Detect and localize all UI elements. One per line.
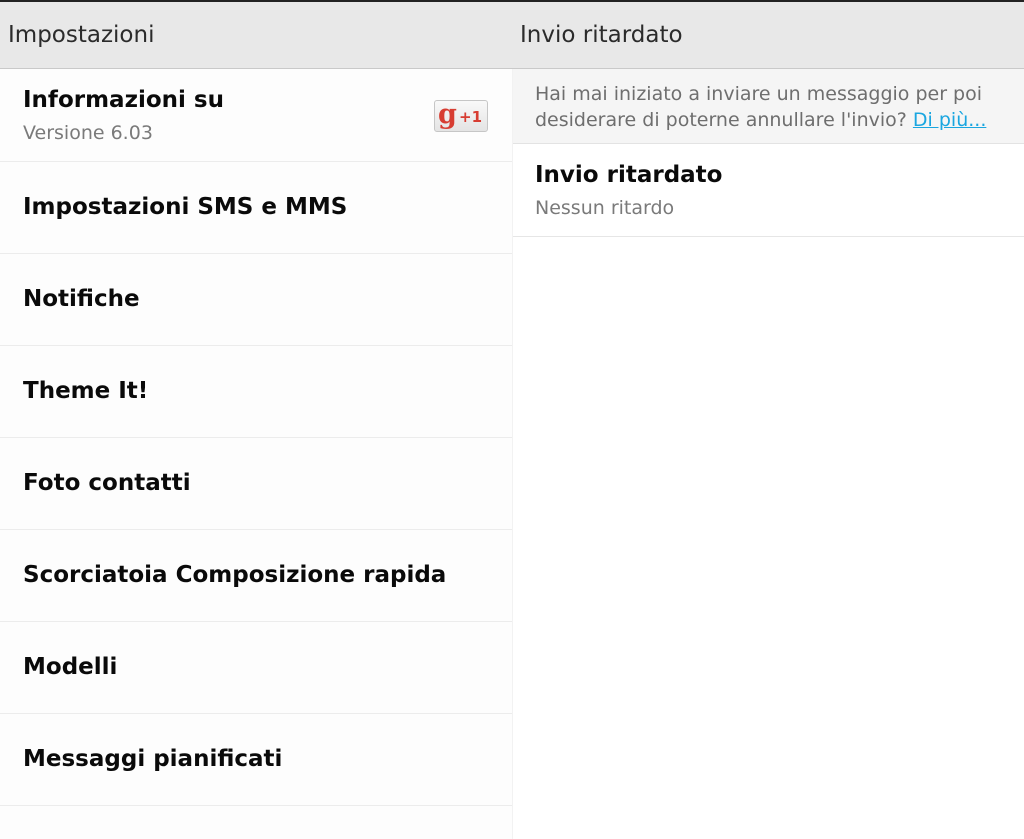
detail-pane: Hai mai iniziato a inviare un messaggio … <box>513 69 1024 839</box>
delayed-send-preference[interactable]: Invio ritardato Nessun ritardo <box>513 144 1024 237</box>
preference-value: Nessun ritardo <box>535 197 675 219</box>
info-text-line-1: Hai mai iniziato a inviare un messaggio … <box>535 83 983 105</box>
settings-item-messaggi-pianificati[interactable]: Messaggi pianificati <box>0 714 512 806</box>
settings-item-title: Modelli <box>23 654 118 680</box>
settings-item-theme-it[interactable]: Theme It! <box>0 346 512 438</box>
settings-item-title: Scorciatoia Composizione rapida <box>23 562 447 588</box>
settings-item-sms-mms[interactable]: Impostazioni SMS e MMS <box>0 162 512 254</box>
settings-item-title: Foto contatti <box>23 470 191 496</box>
action-bar: Impostazioni Invio ritardato <box>0 2 1024 69</box>
settings-item-modelli[interactable]: Modelli <box>0 622 512 714</box>
settings-item-title: Theme It! <box>23 378 149 404</box>
settings-list: Informazioni su Versione 6.03 g +1 Impos… <box>0 69 512 839</box>
google-plus-one-button[interactable]: g +1 <box>434 99 488 132</box>
plus-one-label: +1 <box>459 108 483 126</box>
settings-item-title: Notifiche <box>23 286 140 312</box>
version-label: Versione 6.03 <box>23 122 153 144</box>
settings-item-title: Informazioni su <box>23 87 224 113</box>
google-plus-one-icon: g <box>438 99 457 130</box>
settings-header-title: Impostazioni <box>8 22 155 48</box>
settings-item-informazioni[interactable]: Informazioni su Versione 6.03 g +1 <box>0 69 512 162</box>
info-description: Hai mai iniziato a inviare un messaggio … <box>513 69 1024 144</box>
settings-screen: Impostazioni Invio ritardato Informazion… <box>0 0 1024 839</box>
settings-item-notifiche[interactable]: Notifiche <box>0 254 512 346</box>
settings-item-title: Impostazioni SMS e MMS <box>23 194 348 220</box>
settings-item-title: Messaggi pianificati <box>23 746 283 772</box>
info-text-line-2: desiderare di poterne annullare l'invio?… <box>535 109 986 131</box>
preference-title: Invio ritardato <box>535 162 723 188</box>
info-text: desiderare di poterne annullare l'invio? <box>535 109 907 131</box>
settings-item-foto-contatti[interactable]: Foto contatti <box>0 438 512 530</box>
settings-item-composizione-rapida[interactable]: Scorciatoia Composizione rapida <box>0 530 512 622</box>
detail-header-title: Invio ritardato <box>520 22 683 48</box>
learn-more-link[interactable]: Di più... <box>913 109 986 131</box>
